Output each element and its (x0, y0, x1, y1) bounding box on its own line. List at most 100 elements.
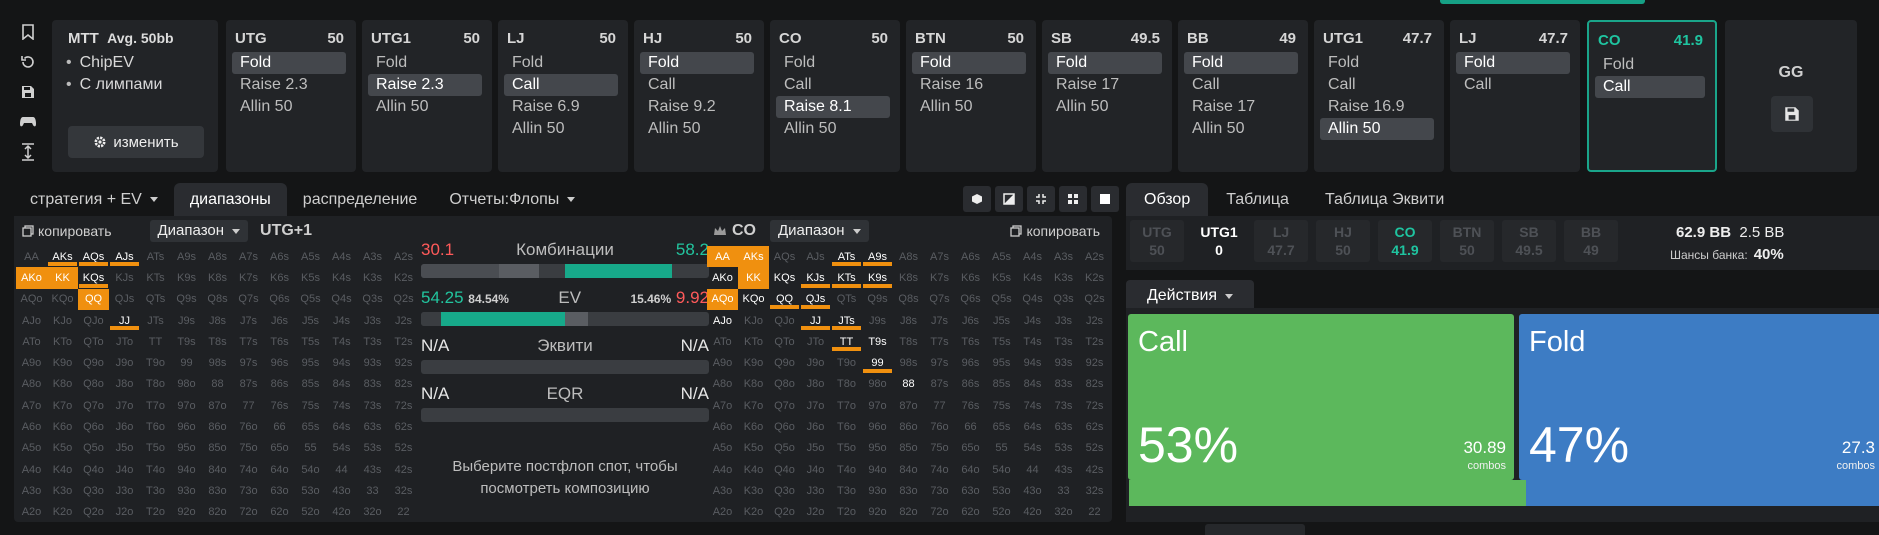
hand-cell[interactable]: QTs (831, 289, 862, 310)
hand-cell[interactable]: AKs (47, 246, 78, 267)
hand-cell[interactable]: Q4s (326, 289, 357, 310)
hand-cell[interactable]: J8s (202, 310, 233, 331)
hand-cell[interactable]: 65o (955, 438, 986, 459)
hand-cell[interactable]: 77 (924, 395, 955, 416)
hand-cell[interactable]: J5s (986, 310, 1017, 331)
hand-cell[interactable]: 64s (326, 416, 357, 437)
hand-cell[interactable]: TT (831, 331, 862, 352)
hand-cell[interactable]: J8o (109, 374, 140, 395)
hand-cell[interactable]: 72o (233, 502, 264, 523)
action-option[interactable]: Allin 50 (368, 96, 482, 118)
hand-cell[interactable]: 95s (986, 352, 1017, 373)
hand-cell[interactable]: Q7s (924, 289, 955, 310)
hand-cell[interactable]: Q3o (769, 480, 800, 501)
hand-cell[interactable]: AQs (78, 246, 109, 267)
hand-cell[interactable]: K5s (986, 267, 1017, 288)
hand-cell[interactable]: A9o (16, 352, 47, 373)
hand-cell[interactable]: 84o (202, 459, 233, 480)
hand-cell[interactable]: J3o (800, 480, 831, 501)
hand-cell[interactable]: 86o (202, 416, 233, 437)
hand-cell[interactable]: T5o (140, 438, 171, 459)
action-option[interactable]: Raise 16.9 (1320, 96, 1434, 118)
hand-cell[interactable]: 96s (955, 352, 986, 373)
hand-cell[interactable]: 64o (264, 459, 295, 480)
hand-cell[interactable]: A7s (924, 246, 955, 267)
hand-cell[interactable]: AQo (707, 288, 738, 310)
hand-cell[interactable]: QJo (78, 310, 109, 331)
hand-cell[interactable]: K4o (738, 459, 769, 480)
hand-cell[interactable]: J2o (109, 502, 140, 523)
position-panel-co[interactable]: CO 50 Fold Call Raise 8.1 Allin 50 (770, 20, 900, 172)
cube-icon[interactable] (963, 186, 991, 212)
action-option[interactable]: Raise 9.2 (640, 96, 754, 118)
hand-cell[interactable]: Q8s (893, 289, 924, 310)
hand-cell[interactable]: 76o (924, 416, 955, 437)
hand-cell[interactable]: 63s (357, 416, 388, 437)
hand-cell[interactable]: 83s (1048, 374, 1079, 395)
hand-cell[interactable]: 82o (893, 502, 924, 523)
hand-cell[interactable]: 98s (202, 352, 233, 373)
hand-cell[interactable]: J9o (109, 352, 140, 373)
hand-cell[interactable]: 93o (862, 480, 893, 501)
hand-cell[interactable]: Q3o (78, 480, 109, 501)
hand-cell[interactable]: J7s (924, 310, 955, 331)
hand-cell[interactable]: 76o (233, 416, 264, 437)
hand-cell[interactable]: 52o (986, 502, 1017, 523)
hand-cell[interactable]: K6o (738, 416, 769, 437)
hand-cell[interactable]: Q2o (78, 502, 109, 523)
hand-cell[interactable]: J3s (357, 310, 388, 331)
hand-cell[interactable]: 32s (1079, 480, 1110, 501)
hand-cell[interactable]: 42s (388, 459, 419, 480)
hand-cell[interactable]: T7o (140, 395, 171, 416)
fit-height-icon[interactable] (17, 140, 39, 164)
hand-cell[interactable]: 85s (295, 374, 326, 395)
hand-cell[interactable]: A3o (707, 480, 738, 501)
hand-cell[interactable]: AJo (16, 310, 47, 331)
hand-cell[interactable]: T4s (326, 331, 357, 352)
hand-cell[interactable]: 55 (295, 438, 326, 459)
action-option[interactable]: Allin 50 (776, 118, 890, 140)
overview-position-sb[interactable]: SB 49.5 (1502, 220, 1556, 262)
hand-cell[interactable]: 95o (171, 438, 202, 459)
hand-cell[interactable]: Q8s (202, 289, 233, 310)
hand-cell[interactable]: KTo (738, 331, 769, 352)
hand-cell[interactable]: 32s (388, 480, 419, 501)
hand-cell[interactable]: 96o (862, 416, 893, 437)
hand-cell[interactable]: 42s (1079, 459, 1110, 480)
hand-cell[interactable]: K7o (47, 395, 78, 416)
hand-cell[interactable]: A8s (202, 246, 233, 267)
action-option[interactable]: Call (776, 74, 890, 96)
hand-cell[interactable]: 73o (233, 480, 264, 501)
hand-cell[interactable]: 87o (893, 395, 924, 416)
hand-cell[interactable]: Q6s (955, 289, 986, 310)
hand-cell[interactable]: AJs (109, 246, 140, 267)
hand-cell[interactable]: 85o (202, 438, 233, 459)
action-option[interactable]: Fold (1184, 52, 1298, 74)
hand-cell[interactable]: T3s (1048, 331, 1079, 352)
hand-cell[interactable]: 73s (1048, 395, 1079, 416)
hand-cell[interactable]: 53o (986, 480, 1017, 501)
hand-cell[interactable]: A6o (16, 416, 47, 437)
hand-cell[interactable]: KK (47, 267, 78, 289)
hand-cell[interactable]: Q6s (264, 289, 295, 310)
hand-cell[interactable]: 54o (295, 459, 326, 480)
hand-cell[interactable]: 98o (171, 374, 202, 395)
hand-cell[interactable]: K3s (1048, 267, 1079, 288)
hand-cell[interactable]: AJs (800, 246, 831, 267)
hand-cell[interactable]: K9o (738, 352, 769, 373)
hand-cell[interactable]: J3o (109, 480, 140, 501)
call-tile[interactable]: Call 53% 30.89 combos (1128, 314, 1514, 480)
fold-tile[interactable]: Fold 47% 27.3 combos (1519, 314, 1879, 480)
hand-cell[interactable]: T6s (955, 331, 986, 352)
hand-cell[interactable]: ATs (831, 246, 862, 267)
hand-cell[interactable]: 87s (233, 374, 264, 395)
hand-cell[interactable]: K6s (264, 267, 295, 288)
hand-cell[interactable]: 54s (1017, 438, 1048, 459)
position-panel-lj[interactable]: LJ 50 Fold Call Raise 6.9 Allin 50 (498, 20, 628, 172)
action-option[interactable]: Allin 50 (912, 96, 1026, 118)
action-option[interactable]: Fold (912, 52, 1026, 74)
hand-cell[interactable]: K5o (738, 438, 769, 459)
hand-cell[interactable]: T2o (140, 502, 171, 523)
edit-button[interactable]: изменить (68, 126, 204, 158)
action-option[interactable]: Raise 17 (1184, 96, 1298, 118)
